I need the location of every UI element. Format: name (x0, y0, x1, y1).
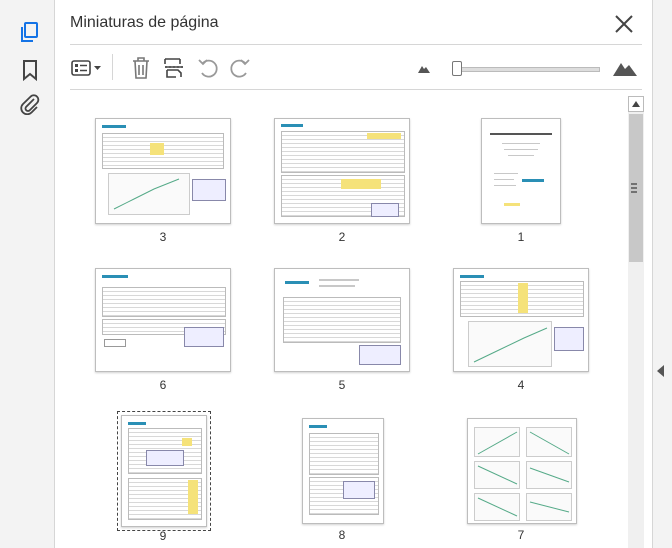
page-preview (95, 118, 231, 224)
thumbnails-toolbar (55, 52, 652, 84)
close-icon[interactable] (614, 14, 634, 34)
page-preview (302, 418, 384, 524)
zoom-out-small-mountain-icon[interactable] (417, 56, 431, 80)
page-number: 2 (338, 230, 346, 244)
zoom-slider-handle[interactable] (452, 61, 462, 76)
divider (70, 44, 642, 45)
page-number: 1 (517, 230, 525, 244)
rotate-counterclockwise-icon[interactable] (196, 56, 220, 80)
page-preview (481, 118, 561, 224)
page-preview (274, 118, 410, 224)
scroll-up-arrow-icon[interactable] (628, 96, 644, 112)
trash-icon[interactable] (129, 56, 153, 80)
rotate-clockwise-icon[interactable] (228, 56, 252, 80)
page-number: 5 (338, 378, 346, 392)
page-preview (453, 268, 589, 372)
zoom-slider[interactable] (450, 56, 600, 80)
resize-grip-icon[interactable] (629, 181, 639, 195)
page-number: 9 (159, 529, 167, 543)
page-number: 4 (517, 378, 525, 392)
options-menu-button[interactable] (70, 56, 104, 80)
page-number: 3 (159, 230, 167, 244)
page-preview (467, 418, 577, 524)
options-menu-icon (71, 60, 101, 76)
paperclip-icon[interactable] (18, 92, 42, 116)
page-preview (274, 268, 410, 372)
bookmark-icon[interactable] (18, 58, 42, 82)
thumbnail-grid: 3 2 1 6 5 4 9 8 7 (55, 96, 629, 548)
divider (70, 89, 642, 90)
zoom-slider-track (454, 67, 600, 72)
page-preview-selected (117, 411, 211, 531)
page-number: 7 (517, 528, 525, 542)
page-number: 6 (159, 378, 167, 392)
vertical-scrollbar[interactable] (628, 96, 644, 548)
zoom-in-large-mountain-icon[interactable] (612, 56, 638, 80)
right-collapse-strip (652, 0, 672, 548)
page-preview (95, 268, 231, 372)
panel-title: Miniaturas de página (70, 14, 219, 31)
insert-pages-icon[interactable] (161, 56, 187, 80)
page-thumbnails-icon[interactable] (18, 20, 42, 44)
collapse-arrow-icon[interactable] (657, 364, 669, 378)
toolbar-separator (112, 54, 113, 80)
navigation-pane (0, 0, 55, 548)
page-number: 8 (338, 528, 346, 542)
page-thumbnails-panel: Miniaturas de página 3 2 1 6 5 4 9 8 7 (55, 0, 652, 548)
